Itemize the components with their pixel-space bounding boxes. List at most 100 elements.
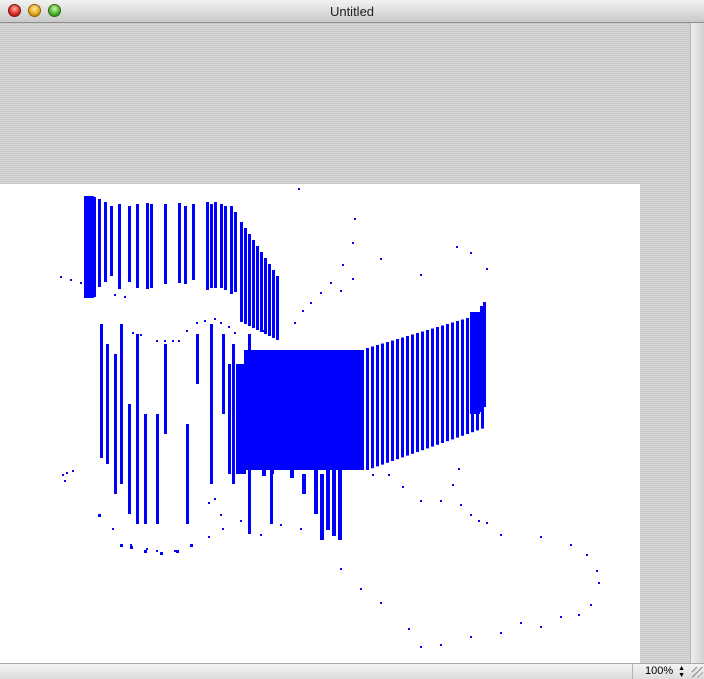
plot-bar (461, 319, 464, 436)
plot-block (244, 350, 364, 470)
plot-bar (290, 464, 294, 478)
plot-bar (411, 334, 414, 454)
plot-point (596, 570, 598, 572)
plot-bar (222, 334, 225, 414)
plot-point (486, 268, 488, 270)
plot-point (228, 326, 230, 328)
plot-point (60, 276, 62, 278)
plot-point (234, 332, 236, 334)
plot-point (500, 632, 502, 634)
plot-point (124, 296, 126, 298)
plot-bar (441, 325, 444, 443)
plot-bar (206, 202, 209, 290)
plot-bar (436, 327, 439, 445)
plot-point (98, 514, 101, 517)
plot-point (294, 322, 296, 324)
plot-point (146, 548, 148, 550)
plot-bar (314, 454, 318, 514)
plot-point (470, 636, 472, 638)
plot-point (452, 484, 454, 486)
plot-bar (100, 324, 103, 458)
plot-bar (366, 348, 369, 470)
vertical-scrollbar[interactable] (690, 23, 704, 663)
plot-point (388, 474, 390, 476)
plot-point (486, 522, 488, 524)
plot-point (70, 279, 72, 281)
plot-point (372, 474, 374, 476)
plot-bar (381, 343, 384, 465)
plot-point (478, 520, 480, 522)
plot-bar (230, 206, 233, 294)
plot-point (114, 294, 116, 296)
plot-point (342, 264, 344, 266)
plot-bar (240, 222, 243, 322)
plot-bar (396, 339, 399, 460)
plot-point (352, 242, 354, 244)
plot-point (420, 274, 422, 276)
plot-point (570, 544, 572, 546)
plot-point (320, 292, 322, 294)
plot-bar (302, 474, 306, 494)
plot-bar (326, 470, 330, 530)
plot-bar (136, 204, 139, 288)
plot-point (456, 246, 458, 248)
plot-point (130, 546, 133, 549)
document-view[interactable] (0, 23, 690, 663)
plot-bar (332, 464, 336, 536)
plot-point (440, 500, 442, 502)
plot-bar (272, 270, 275, 338)
plot-point (590, 604, 592, 606)
plot-bar (483, 302, 486, 407)
plot-point (470, 514, 472, 516)
title-bar[interactable]: Untitled (0, 0, 704, 23)
drawing-canvas[interactable] (0, 184, 640, 663)
resize-grip-icon[interactable] (692, 667, 703, 678)
plot-bar (146, 203, 149, 289)
plot-point (62, 474, 64, 476)
plot-point (354, 218, 356, 220)
plot-point (540, 536, 542, 538)
plot-point (214, 318, 216, 320)
zoom-level: 100% (645, 665, 674, 677)
plot-point (586, 554, 588, 556)
plot-bar (196, 334, 199, 384)
plot-point (132, 332, 134, 334)
plot-bar (164, 204, 167, 284)
plot-bar (164, 344, 167, 434)
plot-point (408, 628, 410, 630)
plot-bar (220, 204, 223, 288)
plot-bar (178, 203, 181, 283)
plot-bar (276, 276, 279, 340)
plot-bar (118, 204, 121, 289)
plot-point (262, 330, 264, 332)
plot-point (578, 614, 580, 616)
plot-point (156, 340, 158, 342)
plot-point (220, 322, 222, 324)
plot-point (72, 470, 74, 472)
plot-bar (416, 333, 419, 452)
plot-bar (128, 206, 131, 282)
plot-block (236, 364, 246, 474)
document-window: Untitled 100% ▲ ▼ (0, 0, 704, 679)
plot-bar (120, 324, 123, 484)
plot-bar (338, 470, 342, 540)
plot-point (380, 602, 382, 604)
plot-point (120, 544, 123, 547)
plot-bar (256, 246, 259, 330)
plot-point (598, 582, 600, 584)
plot-point (112, 528, 114, 530)
plot-bar (210, 324, 213, 484)
plot-point (240, 520, 242, 522)
plot-bar (84, 196, 94, 298)
plot-bar (456, 321, 459, 438)
zoom-popup[interactable]: 100% ▲ ▼ (632, 664, 688, 679)
plot-bar (451, 322, 454, 440)
plot-point (460, 504, 462, 506)
plot-bar (320, 474, 324, 540)
plot-point (214, 498, 216, 500)
plot-bar (421, 331, 424, 451)
plot-bar (110, 206, 113, 276)
plot-artwork (60, 188, 600, 648)
plot-point (280, 524, 282, 526)
plot-bar (248, 234, 251, 326)
